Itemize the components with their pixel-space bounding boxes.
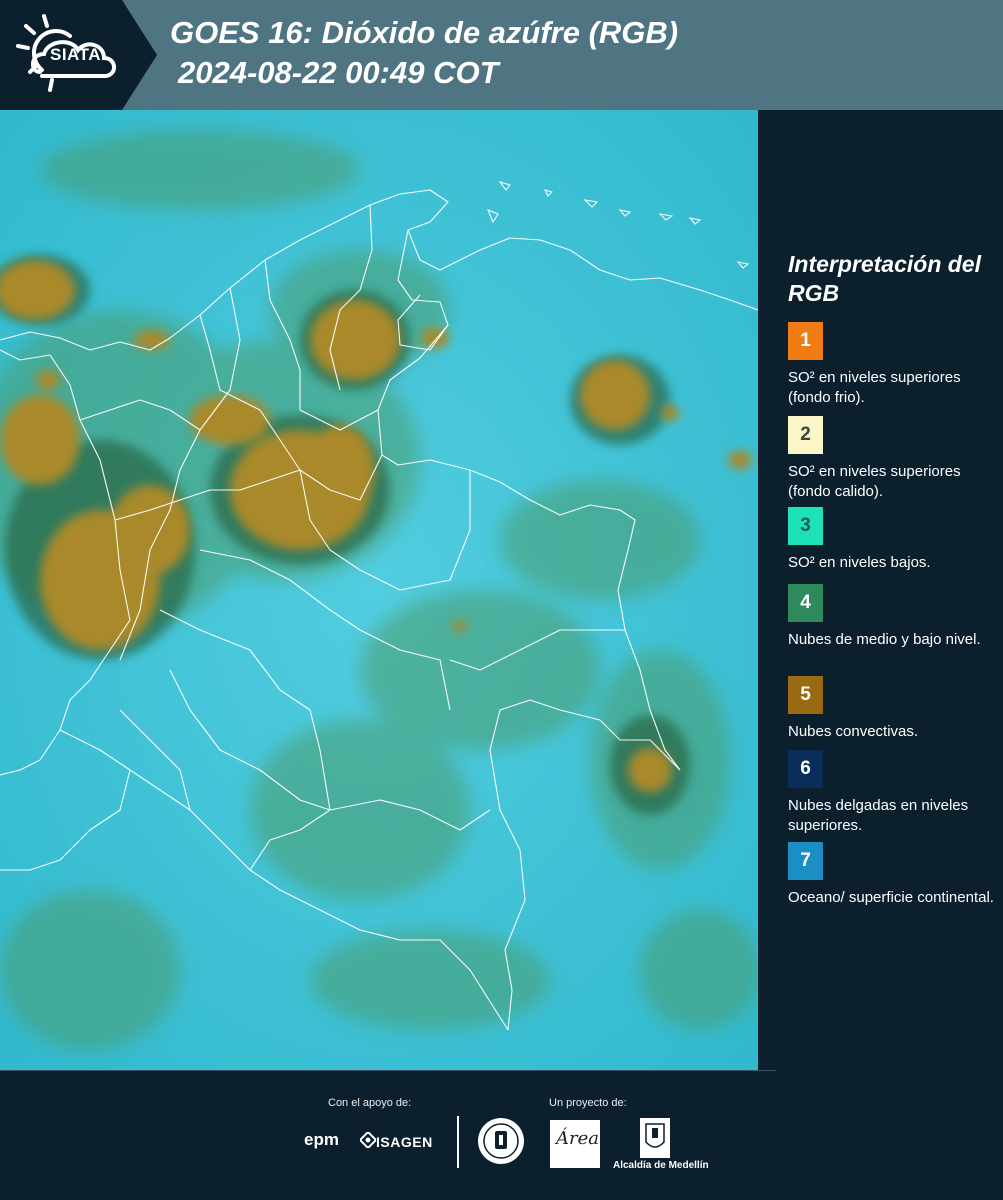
legend-swatch-2: 2 <box>788 416 823 454</box>
siata-logo-text: SIATA <box>50 45 101 64</box>
legend-item-4: 4 Nubes de medio y bajo nivel. <box>788 584 998 650</box>
legend-title: Interpretación del RGB <box>788 251 981 306</box>
legend-label: Nubes de medio y bajo nivel. <box>788 631 981 648</box>
legend-swatch-3: 3 <box>788 507 823 545</box>
legend-swatch-5: 5 <box>788 676 823 714</box>
siata-logo: SIATA <box>0 0 157 110</box>
alcaldia-shield-icon[interactable] <box>640 1118 670 1158</box>
legend-number: 5 <box>800 684 811 705</box>
legend-item-6: 6 Nubes delgadas en niveles superiores. <box>788 750 998 836</box>
legend-item-7: 7 Oceano/ superficie continental. <box>788 842 998 908</box>
legend-label: Nubes delgadas en niveles superiores. <box>788 797 969 834</box>
image-timestamp: 2024-08-22 00:49 COT <box>178 55 499 90</box>
legend-panel: Interpretación del RGB 1 SO² en niveles … <box>758 110 1003 1070</box>
legend-label: SO² en niveles superiores (fondo frio). <box>788 369 961 406</box>
area-metropolitana-logo[interactable]: Área <box>550 1120 600 1168</box>
legend-item-1: 1 SO² en niveles superiores (fondo frio)… <box>788 322 998 408</box>
isagen-icon <box>360 1132 376 1148</box>
legend-swatch-4: 4 <box>788 584 823 622</box>
legend-label: Nubes convectivas. <box>788 723 919 740</box>
isagen-logo[interactable]: ISAGEN <box>376 1134 433 1150</box>
legend-swatch-6: 6 <box>788 750 823 788</box>
legend-number: 1 <box>800 330 811 351</box>
legend-label: Oceano/ superficie continental. <box>788 889 994 906</box>
legend-item-3: 3 SO² en niveles bajos. <box>788 507 998 573</box>
epm-logo[interactable]: epm <box>304 1130 339 1150</box>
legend-item-2: 2 SO² en niveles superiores (fondo calid… <box>788 416 998 502</box>
project-caption: Un proyecto de: <box>549 1097 627 1109</box>
legend-number: 3 <box>800 515 811 536</box>
medellin-seal-icon[interactable] <box>476 1116 526 1166</box>
footer-divider <box>457 1116 459 1168</box>
area-logo-text: Área <box>556 1128 599 1149</box>
legend-number: 2 <box>800 424 811 445</box>
alcaldia-logo-text[interactable]: Alcaldía de Medellín <box>613 1160 709 1171</box>
satellite-map[interactable] <box>0 110 758 1070</box>
header: SIATA GOES 16: Dióxido de azúfre (RGB) 2… <box>0 0 1003 110</box>
page-title: GOES 16: Dióxido de azúfre (RGB) <box>170 15 679 50</box>
legend-label: SO² en niveles superiores (fondo calido)… <box>788 463 961 500</box>
legend-swatch-7: 7 <box>788 842 823 880</box>
legend-label: SO² en niveles bajos. <box>788 554 931 571</box>
footer-divider-line <box>0 1070 776 1071</box>
support-caption: Con el apoyo de: <box>328 1097 412 1109</box>
legend-number: 4 <box>800 592 811 613</box>
footer: Con el apoyo de: Un proyecto de: epm ISA… <box>0 1070 1003 1200</box>
legend-number: 7 <box>800 850 811 871</box>
legend-swatch-1: 1 <box>788 322 823 360</box>
legend-number: 6 <box>800 758 811 779</box>
legend-item-5: 5 Nubes convectivas. <box>788 676 998 742</box>
